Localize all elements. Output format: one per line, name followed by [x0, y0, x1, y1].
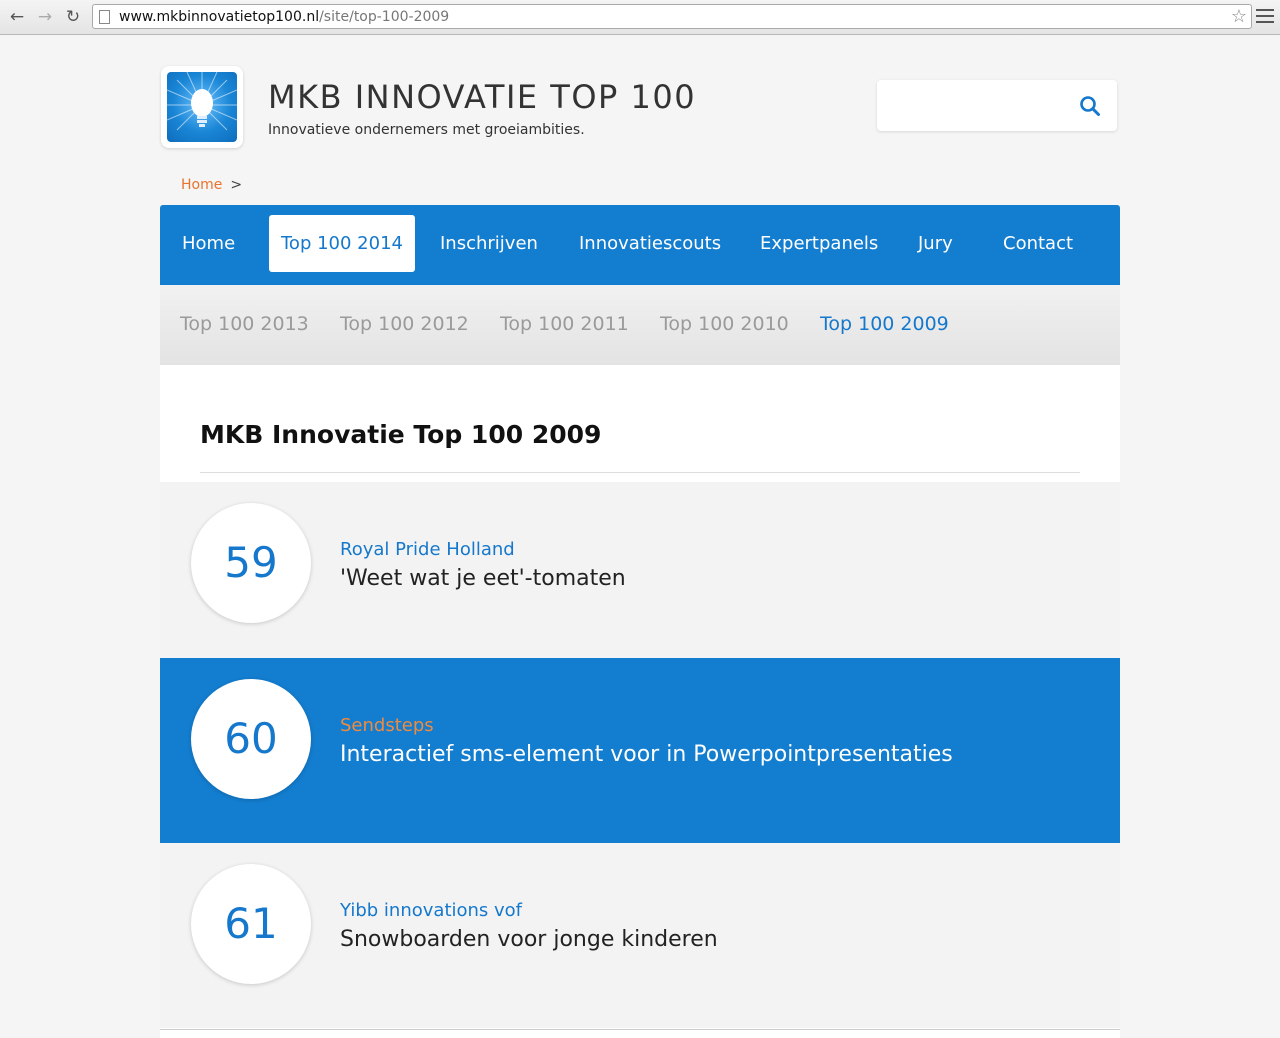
nav-expertpanels[interactable]: Expertpanels [760, 215, 878, 272]
subnav-top-100-2012[interactable]: Top 100 2012 [340, 313, 469, 335]
sub-navigation: Top 100 2013 Top 100 2012 Top 100 2011 T… [160, 285, 1120, 365]
search-box[interactable] [877, 80, 1117, 131]
forward-arrow-icon[interactable]: → [34, 6, 56, 28]
main-navigation: Home Top 100 2014 Inschrijven Innovaties… [160, 205, 1120, 285]
back-arrow-icon[interactable]: ← [6, 6, 28, 28]
list-item[interactable]: 59 Royal Pride Holland 'Weet wat je eet'… [160, 482, 1120, 667]
bookmark-star-icon[interactable]: ☆ [1231, 6, 1247, 28]
browser-toolbar: ← → ↻ www.mkbinnovatietop100.nl/site/top… [0, 0, 1280, 35]
nav-jury[interactable]: Jury [918, 215, 953, 272]
main-content: MKB Innovatie Top 100 2009 59 Royal Prid… [160, 365, 1120, 1038]
company-link[interactable]: Yibb innovations vof [340, 900, 522, 921]
product-title[interactable]: Interactief sms-element voor in Powerpoi… [340, 742, 953, 767]
rank-badge: 60 [191, 679, 311, 799]
nav-top-100-2014[interactable]: Top 100 2014 [269, 215, 415, 272]
company-link[interactable]: Sendsteps [340, 715, 434, 736]
list-item[interactable]: 61 Yibb innovations vof Snowboarden voor… [160, 843, 1120, 1028]
nav-innovatiescouts[interactable]: Innovatiescouts [579, 215, 721, 272]
subnav-top-100-2011[interactable]: Top 100 2011 [500, 313, 629, 335]
search-icon[interactable] [1078, 94, 1102, 118]
page-title: MKB Innovatie Top 100 2009 [200, 420, 602, 449]
search-input[interactable] [887, 92, 1067, 120]
hamburger-menu-icon[interactable] [1256, 9, 1274, 25]
breadcrumb-home-link[interactable]: Home [181, 177, 222, 193]
site-tagline: Innovatieve ondernemers met groeiambitie… [268, 122, 585, 138]
nav-inschrijven[interactable]: Inschrijven [440, 215, 538, 272]
url-text[interactable]: www.mkbinnovatietop100.nl/site/top-100-2… [119, 9, 449, 25]
product-title[interactable]: Snowboarden voor jonge kinderen [340, 927, 718, 952]
nav-contact[interactable]: Contact [1003, 215, 1073, 272]
lightbulb-icon [167, 72, 237, 142]
site-title[interactable]: MKB INNOVATIE TOP 100 [268, 78, 696, 116]
site-logo[interactable] [161, 66, 243, 148]
address-bar[interactable]: www.mkbinnovatietop100.nl/site/top-100-2… [92, 4, 1252, 29]
product-title[interactable]: 'Weet wat je eet'-tomaten [340, 566, 626, 591]
reload-icon[interactable]: ↻ [62, 6, 84, 28]
breadcrumb: Home > [181, 177, 242, 193]
nav-home[interactable]: Home [182, 215, 235, 272]
company-link[interactable]: Royal Pride Holland [340, 539, 515, 560]
subnav-top-100-2013[interactable]: Top 100 2013 [180, 313, 309, 335]
url-host: www.mkbinnovatietop100.nl [119, 9, 320, 25]
url-path: /site/top-100-2009 [319, 9, 450, 25]
heading-divider [200, 472, 1080, 473]
list-item[interactable]: 60 Sendsteps Interactief sms-element voo… [160, 658, 1120, 843]
subnav-top-100-2009[interactable]: Top 100 2009 [820, 313, 949, 335]
breadcrumb-separator: > [230, 177, 243, 193]
subnav-top-100-2010[interactable]: Top 100 2010 [660, 313, 789, 335]
page-icon [99, 10, 110, 24]
rank-badge: 61 [191, 864, 311, 984]
list-divider [160, 1029, 1120, 1030]
rank-badge: 59 [191, 503, 311, 623]
